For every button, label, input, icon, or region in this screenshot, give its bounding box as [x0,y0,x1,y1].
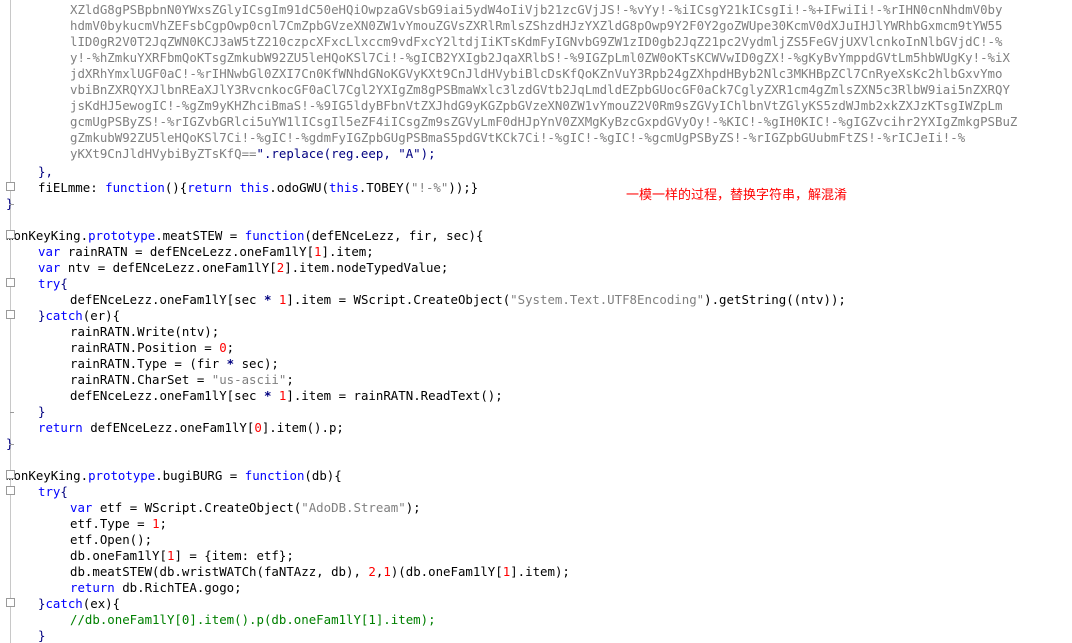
encoded-line-1: XZldG8gPSBpbnN0YWxsZGlyICsgIm91dC50eHQiO… [70,2,1003,17]
code-line-readtext: defENceLezz.oneFam1lY[sec * 1].item = ra… [70,388,503,403]
code-line-dbmeat: db.meatSTEW(db.wristWATCh(faNTAzz, db), … [70,564,570,579]
code-line-return-p: return defENceLezz.oneFam1lY[0].item().p… [38,420,344,435]
code-line-charset: rainRATN.CharSet = "us-ascii"; [70,372,294,387]
code-line-close-catch-1: } [38,404,46,419]
fold-end-marker [10,444,14,445]
fold-toggle-try-2[interactable] [6,486,15,495]
code-line-position: rainRATN.Position = 0; [70,340,235,355]
code-line-var-ntv: var ntv = defENceLezz.oneFam1lY[2].item.… [38,260,449,275]
fold-toggle-meatstew[interactable] [6,230,15,239]
code-line-etf-open: etf.Open(); [70,532,153,547]
code-line-richtea: return db.RichTEA.gogo; [70,580,242,595]
code-line-var-etf: var etf = WScript.CreateObject("AdoDB.St… [70,500,421,515]
code-line-try-2: try{ [38,484,68,499]
code-line-dbfam: db.oneFam1lY[1] = {item: etf}; [70,548,294,563]
code-line-var-rainratn: var rainRATN = defENceLezz.oneFam1lY[1].… [38,244,374,259]
encoded-line-8: gcmUgPSByZS!-%rIGZvbGRlci5uYW1lICsgIl5eZ… [70,114,1018,129]
fold-toggle-try-1[interactable] [6,278,15,287]
code-line-comment: //db.oneFam1lY[0].item().p(db.oneFam1lY[… [70,612,436,627]
encoded-line-3: lID0gR2V0T2JqZWN0KCJ3aW5tZ210czpcXFxcLlx… [70,34,1003,49]
fold-toggle-catch-1[interactable] [6,310,15,319]
encoded-line-7: jsKdHJ5ewogIC!-%gZm9yKHZhciBmaS!-%9IG5ld… [70,98,1003,113]
code-line-catch-er: }catch(er){ [38,308,121,323]
code-line-catch-ex: }catch(ex){ [38,596,121,611]
fold-end-marker [10,412,14,413]
fold-gutter [10,0,11,643]
annotation-note: 一模一样的过程，替换字符串，解混淆 [626,188,848,203]
code-line-type: rainRATN.Type = (fir * sec); [70,356,279,371]
encoded-line-9: gZmkubW92ZU5leHQoKSl7Ci!-%gIC!-%gdmFyIGZ… [70,130,966,145]
code-line-fielmme: fiELmme: function(){return this.odoGWU(t… [38,180,479,195]
fold-toggle-fielmme[interactable] [6,182,15,191]
encoded-line-6: vbiBnZXRQYXJlbnREaXJlY3RvcnkocGF0aCl7Cgl… [70,82,1010,97]
code-line-getstring: defENceLezz.oneFam1lY[sec * 1].item = WS… [70,292,846,307]
encoded-line-10: yKXt9CnJldHVybiByZTsKfQ==".replace(reg.e… [70,146,436,161]
code-line-etf-type: etf.Type = 1; [70,516,167,531]
code-line-bugiburg-decl: monKeyKing.prototype.bugiBURG = function… [6,468,342,483]
code-line-close-obj: }, [38,164,53,179]
encoded-line-5: jdXRhYmxlUGF0aC!-%rIHNwbGl0ZXI7Cn0KfWNhd… [70,66,1003,81]
fold-toggle-bugiburg[interactable] [6,470,15,479]
code-line-meatstew-decl: monKeyKing.prototype.meatSTEW = function… [6,228,484,243]
code-line-close-catch-2: } [38,628,46,643]
encoded-line-2: hdmV0bykucmVhZEFsbCgpOwp0cnl7CmZpbGVzeXN… [70,18,1003,33]
encoded-line-4: y!-%hZmkuYXRFbmQoKTsgZmkubW92ZU5leHQoKSl… [70,50,1010,65]
code-line-write: rainRATN.Write(ntv); [70,324,220,339]
code-line-try-1: try{ [38,276,68,291]
code-editor[interactable]: XZldG8gPSBpbnN0YWxsZGlyICsgIm91dC50eHQiO… [0,0,1072,643]
fold-toggle-catch-2[interactable] [6,598,15,607]
fold-end-marker [10,204,14,205]
